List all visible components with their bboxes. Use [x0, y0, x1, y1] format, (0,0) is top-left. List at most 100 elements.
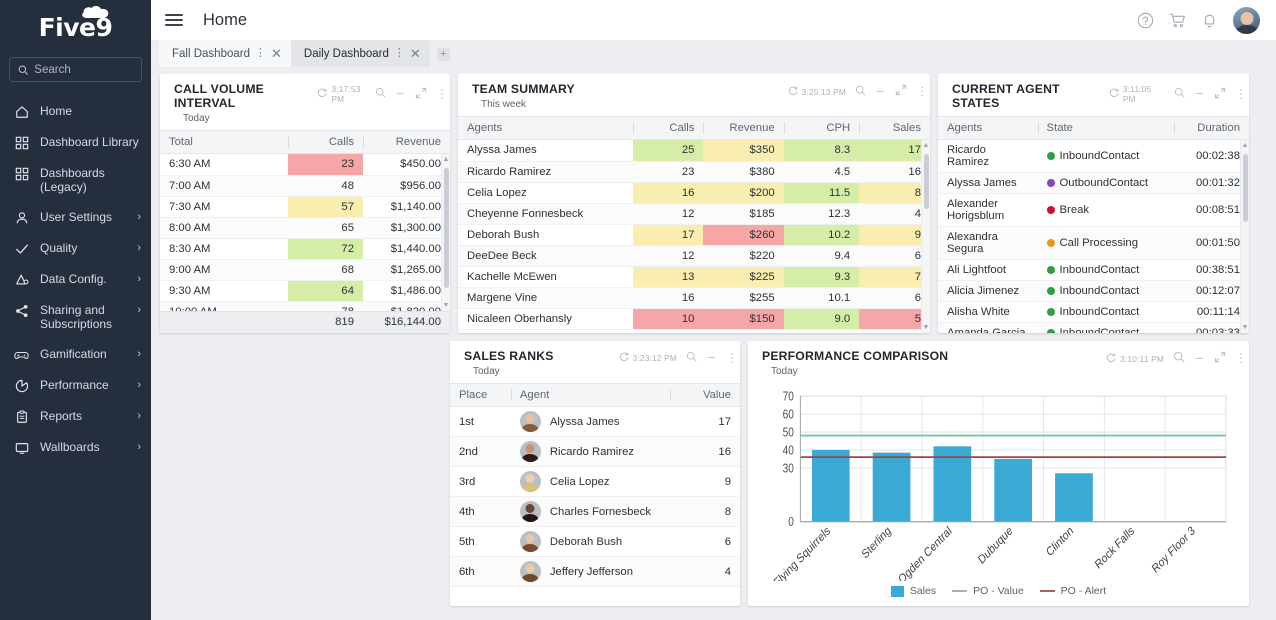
sidebar-item-performance[interactable]: Performance › — [0, 370, 151, 401]
expand-icon[interactable] — [1214, 87, 1226, 102]
brand-logo[interactable]: Five9 — [0, 0, 151, 55]
search-icon[interactable] — [686, 351, 697, 365]
table-row[interactable]: Alexandra Segura Call Processing 00:01:50 — [938, 226, 1249, 260]
minimize-icon[interactable] — [875, 85, 886, 99]
tab-close-icon[interactable]: ✕ — [410, 47, 421, 60]
expand-icon[interactable] — [1214, 351, 1226, 366]
vertical-scrollbar[interactable]: ▲ ▼ — [441, 154, 450, 311]
column-header-calls[interactable]: Calls — [287, 130, 363, 154]
list-item[interactable]: 3rd Celia Lopez 9 — [450, 466, 740, 497]
minimize-icon[interactable] — [706, 351, 717, 365]
table-row[interactable]: Deborah Bush 17 $260 10.2 9 — [458, 224, 930, 246]
table-row[interactable]: Ricardo Ramirez 23 $380 4.5 16 — [458, 161, 930, 183]
hamburger-menu-icon[interactable] — [165, 14, 183, 26]
vertical-scrollbar[interactable]: ▲ ▼ — [1240, 140, 1249, 333]
sidebar-item-user-settings[interactable]: User Settings › — [0, 202, 151, 233]
tab-options-icon[interactable]: ⋮ — [394, 48, 405, 59]
list-item[interactable]: 1st Alyssa James 17 — [450, 407, 740, 437]
tab-fall-dashboard[interactable]: Fall Dashboard ⋮ ✕ — [159, 40, 291, 67]
card-menu-icon[interactable]: ⋮ — [1235, 352, 1247, 364]
column-header-state[interactable]: State — [1037, 116, 1175, 140]
list-item[interactable]: 4th Charles Fornesbeck 8 — [450, 496, 740, 527]
sidebar-item-dashboards-legacy[interactable]: Dashboards (Legacy) — [0, 158, 151, 202]
scroll-up-arrow[interactable]: ▲ — [443, 156, 450, 163]
table-row[interactable]: 9:00 AM 68 $1,265.00 — [160, 259, 450, 281]
sidebar-item-sharing-and-subscriptions[interactable]: Sharing and Subscriptions › — [0, 295, 151, 339]
card-menu-icon[interactable]: ⋮ — [436, 88, 448, 100]
help-icon[interactable] — [1137, 12, 1154, 29]
sidebar-item-reports[interactable]: Reports › — [0, 401, 151, 432]
refresh-icon[interactable] — [788, 85, 798, 99]
column-header-agents[interactable]: Agents — [458, 116, 633, 140]
scroll-down-arrow[interactable]: ▼ — [923, 324, 930, 331]
scroll-up-arrow[interactable]: ▲ — [1242, 142, 1249, 149]
tab-close-icon[interactable]: ✕ — [271, 47, 282, 60]
table-row[interactable]: Amanda Garcia InboundContact 00:03:33 — [938, 322, 1249, 333]
sidebar-item-dashboard-library[interactable]: Dashboard Library — [0, 127, 151, 158]
table-row[interactable]: Alyssa James 25 $350 8.3 17 — [458, 140, 930, 162]
table-row[interactable]: 7:30 AM 57 $1,140.00 — [160, 196, 450, 218]
column-header-duration[interactable]: Duration — [1174, 116, 1249, 140]
scroll-down-arrow[interactable]: ▼ — [1242, 324, 1249, 331]
column-header-calls[interactable]: Calls — [632, 116, 704, 140]
table-row[interactable]: Ali Lightfoot InboundContact 00:38:51 — [938, 259, 1249, 281]
search-box[interactable] — [9, 57, 142, 82]
table-row[interactable]: Alexander Horigsblum Break 00:08:51 — [938, 193, 1249, 227]
table-row[interactable]: Nicaleen Oberhansly 10 $150 9.0 5 — [458, 308, 930, 330]
scrollbar-thumb[interactable] — [923, 154, 929, 209]
table-row[interactable]: 8:00 AM 65 $1,300.00 — [160, 217, 450, 239]
scrollbar-thumb[interactable] — [1242, 154, 1248, 222]
vertical-scrollbar[interactable]: ▲ ▼ — [921, 140, 930, 333]
sidebar-item-home[interactable]: Home — [0, 96, 151, 127]
list-item[interactable]: 2nd Ricardo Ramirez 16 — [450, 436, 740, 467]
column-header-agent[interactable]: Agent — [510, 383, 671, 407]
refresh-icon[interactable] — [619, 351, 629, 365]
column-header-cph[interactable]: CPH — [783, 116, 860, 140]
table-row[interactable]: Celia Lopez 16 $200 11.5 8 — [458, 182, 930, 204]
table-row[interactable]: 10:00 AM78$1,820.00 — [160, 301, 450, 311]
table-row[interactable]: 7:00 AM 48 $956.00 — [160, 175, 450, 197]
column-header-place[interactable]: Place — [450, 383, 511, 407]
tab-daily-dashboard[interactable]: Daily Dashboard ⋮ ✕ — [290, 40, 430, 67]
table-row[interactable]: 9:30 AM 64 $1,486.00 — [160, 280, 450, 302]
list-item[interactable]: 6th Jeffery Jefferson 4 — [450, 556, 740, 587]
refresh-icon[interactable] — [1106, 352, 1116, 366]
legend-item-sales[interactable]: Sales — [890, 585, 936, 597]
column-header-total[interactable]: Total — [160, 130, 288, 154]
column-header-sales[interactable]: Sales — [859, 116, 930, 140]
table-row[interactable]: DeeDee Beck 12 $220 9.4 6 — [458, 245, 930, 267]
list-item[interactable]: 5th Deborah Bush 6 — [450, 526, 740, 557]
column-header-agents[interactable]: Agents — [938, 116, 1038, 140]
table-row[interactable]: Alisha White InboundContact 00:11:14 — [938, 301, 1249, 323]
search-icon[interactable] — [1174, 87, 1185, 101]
table-row[interactable]: Margene Vine 16 $255 10.1 6 — [458, 287, 930, 309]
legend-item-po-alert[interactable]: PO - Alert — [1039, 585, 1106, 597]
sidebar-item-data-config[interactable]: Data Config. › — [0, 264, 151, 295]
card-menu-icon[interactable]: ⋮ — [726, 352, 738, 364]
legend-item-po-value[interactable]: PO - Value — [952, 585, 1024, 597]
sidebar-item-gamification[interactable]: Gamification › — [0, 339, 151, 370]
table-row[interactable]: Kachelle McEwen 13 $225 9.3 7 — [458, 266, 930, 288]
search-input[interactable] — [34, 63, 133, 76]
card-menu-icon[interactable]: ⋮ — [1235, 88, 1247, 100]
add-tab-button[interactable]: + — [436, 48, 450, 61]
sidebar-item-wallboards[interactable]: Wallboards › — [0, 432, 151, 463]
sidebar-item-quality[interactable]: Quality › — [0, 233, 151, 264]
table-row[interactable]: 8:30 AM 72 $1,440.00 — [160, 238, 450, 260]
card-menu-icon[interactable]: ⋮ — [916, 85, 928, 97]
cart-icon[interactable] — [1169, 12, 1186, 29]
minimize-icon[interactable] — [1194, 87, 1205, 101]
refresh-icon[interactable] — [1109, 87, 1119, 101]
refresh-icon[interactable] — [317, 87, 328, 101]
scroll-up-arrow[interactable]: ▲ — [923, 142, 930, 149]
tab-options-icon[interactable]: ⋮ — [255, 48, 266, 59]
column-header-value[interactable]: Value — [670, 383, 740, 407]
minimize-icon[interactable] — [1194, 352, 1205, 366]
search-icon[interactable] — [1173, 351, 1185, 366]
scroll-down-arrow[interactable]: ▼ — [443, 302, 450, 309]
column-header-revenue[interactable]: Revenue — [362, 130, 450, 154]
column-header-revenue[interactable]: Revenue — [703, 116, 784, 140]
table-row[interactable]: Cheyenne Fonnesbeck 12 $185 12.3 4 — [458, 203, 930, 225]
expand-icon[interactable] — [415, 87, 427, 102]
minimize-icon[interactable] — [395, 87, 406, 101]
